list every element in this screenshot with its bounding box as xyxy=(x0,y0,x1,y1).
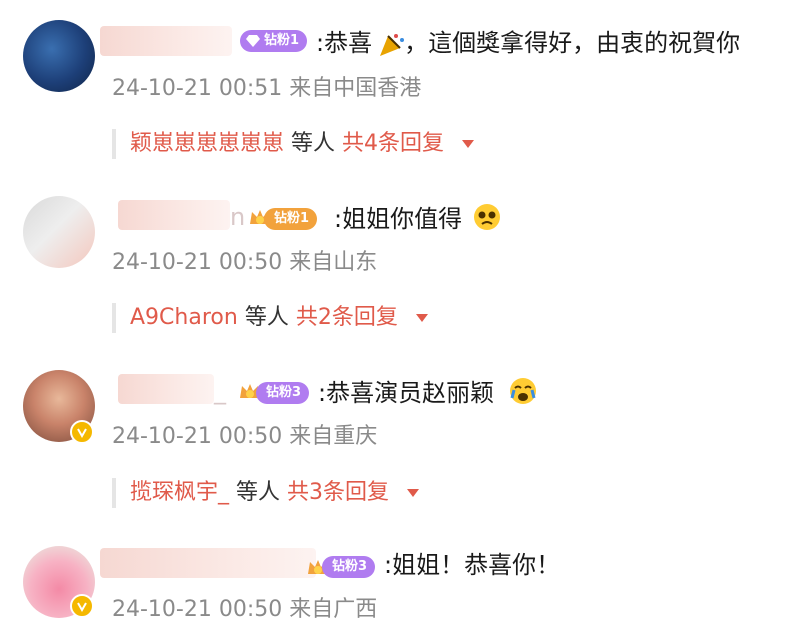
reply-count[interactable]: 共3条回复 xyxy=(287,480,389,505)
reply-others-label: 等人 xyxy=(291,131,336,156)
reply-others-label: 等人 xyxy=(236,480,281,505)
comment-text-prefix: :恭喜 xyxy=(316,29,373,57)
comment-meta: 24-10-21 00:51 来自中国香港 xyxy=(112,76,422,101)
username-tail[interactable]: _ xyxy=(214,376,226,406)
reply-others-label: 等人 xyxy=(244,305,289,330)
comment-text: :恭喜演员赵丽颖 xyxy=(318,379,495,407)
verified-icon xyxy=(70,594,94,618)
username-blurred[interactable] xyxy=(118,374,214,404)
comment-text: :姐姐！恭喜你！ xyxy=(384,551,561,579)
username-blurred[interactable] xyxy=(118,200,230,230)
reply-count[interactable]: 共4条回复 xyxy=(342,131,444,156)
comment-meta: 24-10-21 00:50 来自重庆 xyxy=(112,424,378,449)
username-blurred[interactable] xyxy=(100,548,316,578)
caret-down-icon[interactable] xyxy=(415,313,429,323)
reply-summary[interactable]: A9Charon 等人 共2条回复 xyxy=(112,303,429,333)
comment-meta: 24-10-21 00:50 来自山东 xyxy=(112,250,378,275)
fan-badge: 钻粉3 xyxy=(322,556,376,578)
badge-label: 钻粉1 xyxy=(274,211,310,226)
badge-label: 钻粉3 xyxy=(266,385,302,400)
gem-icon xyxy=(246,35,260,47)
reply-summary[interactable]: 颖崽崽崽崽崽崽 等人 共4条回复 xyxy=(112,129,475,159)
avatar[interactable] xyxy=(23,196,95,268)
fan-badge: 钻粉1 xyxy=(264,208,318,230)
badge-label: 钻粉3 xyxy=(332,559,368,574)
pleading-face-icon xyxy=(474,204,500,230)
avatar[interactable] xyxy=(23,20,95,92)
username-tail[interactable]: n xyxy=(230,202,245,232)
reply-count[interactable]: 共2条回复 xyxy=(296,305,398,330)
reply-user[interactable]: 颖崽崽崽崽崽崽 xyxy=(130,131,284,156)
comment-text-suffix: ，這個獎拿得好，由衷的祝賀你 xyxy=(404,29,741,57)
caret-down-icon[interactable] xyxy=(461,139,475,149)
fan-badge: 钻粉3 xyxy=(256,382,310,404)
verified-icon xyxy=(70,420,94,444)
fan-badge: 钻粉1 xyxy=(240,30,308,52)
username-blurred[interactable] xyxy=(100,26,232,56)
comment-text: :姐姐你值得 xyxy=(334,205,463,233)
comment-meta: 24-10-21 00:50 来自广西 xyxy=(112,597,378,622)
reply-summary[interactable]: 揽琛枫宇_ 等人 共3条回复 xyxy=(112,478,420,508)
badge-label: 钻粉1 xyxy=(264,33,300,48)
caret-down-icon[interactable] xyxy=(406,488,420,498)
party-popper-icon xyxy=(380,34,404,56)
reply-user[interactable]: 揽琛枫宇_ xyxy=(130,480,229,505)
reply-user[interactable]: A9Charon xyxy=(130,305,238,330)
crying-face-icon xyxy=(510,378,536,404)
